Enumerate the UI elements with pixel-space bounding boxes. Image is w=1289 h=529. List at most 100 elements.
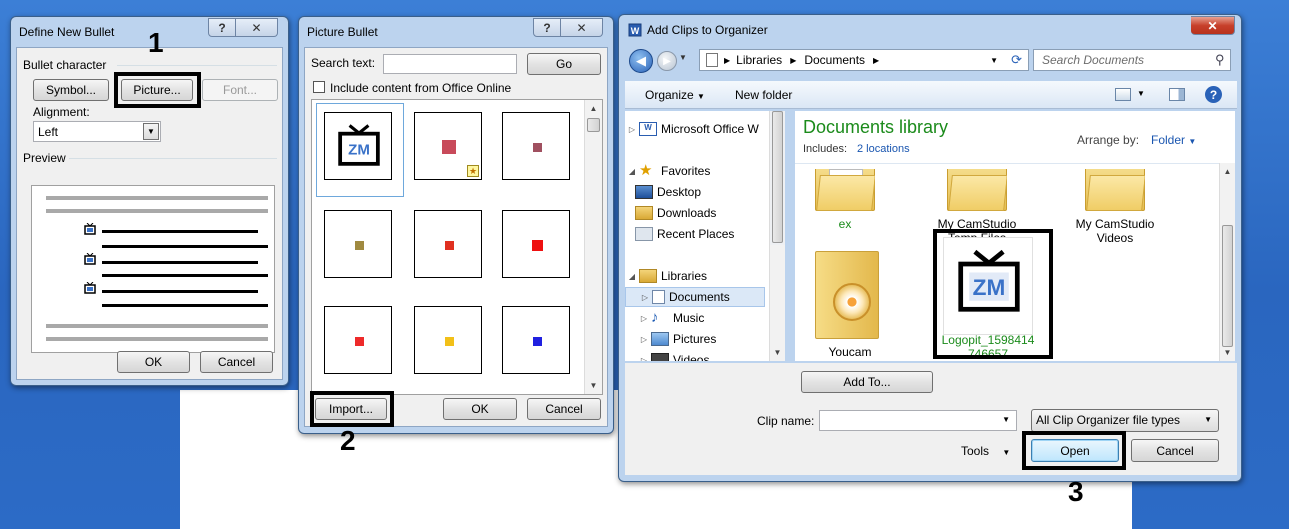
preview-line [46, 337, 268, 341]
picture-bullet-thumb[interactable]: ★ [414, 112, 482, 180]
picture-bullet-thumb[interactable]: ZM [324, 112, 392, 180]
arrange-by-value: Folder [1151, 133, 1186, 147]
nav-item-recent-places[interactable]: Recent Places [635, 224, 784, 244]
file-list-scrollbar[interactable]: ▲ ▼ [1219, 163, 1235, 361]
picture-bullet-thumb[interactable] [324, 306, 392, 374]
back-button[interactable]: ◀ [629, 49, 653, 73]
scroll-down-icon[interactable]: ▼ [770, 344, 785, 361]
folder-camstudio-videos[interactable] [1085, 169, 1145, 211]
history-dropdown[interactable]: ▼ [679, 53, 687, 62]
picture-bullet-thumb[interactable] [502, 306, 570, 374]
folder-label-ex[interactable]: ex [815, 217, 875, 231]
folder-youcam[interactable] [809, 251, 879, 341]
picture-bullet-thumb[interactable] [324, 210, 392, 278]
add-to-button[interactable]: Add To... [801, 371, 933, 393]
grid-scrollbar[interactable]: ▲ ▼ [584, 100, 602, 394]
picture-bullet-thumb[interactable] [502, 210, 570, 278]
clip-name-input[interactable]: ▼ [819, 410, 1017, 431]
picture-bullet-thumb[interactable] [414, 306, 482, 374]
collapse-icon[interactable]: ◢ [625, 167, 639, 176]
preview-line [102, 245, 268, 248]
breadcrumb-documents[interactable]: Documents [804, 53, 865, 67]
refresh-icon[interactable]: ⟳ [1011, 52, 1022, 68]
folder-label-camstudio-videos[interactable]: My CamStudio Videos [1065, 217, 1165, 245]
scroll-thumb[interactable] [772, 111, 783, 243]
font-button[interactable]: Font... [202, 79, 278, 101]
chevron-down-icon: ▼ [1204, 415, 1212, 424]
forward-button[interactable]: ▶ [657, 51, 677, 71]
arrange-by-dropdown[interactable]: Folder ▼ [1151, 133, 1196, 147]
nav-item-desktop[interactable]: Desktop [635, 182, 784, 202]
chevron-down-icon[interactable]: ▼ [143, 123, 159, 140]
picture-bullet-thumb[interactable] [502, 112, 570, 180]
tools-menu[interactable]: Tools ▼ [961, 444, 1010, 458]
includes-locations-link[interactable]: 2 locations [857, 143, 910, 155]
folder-camstudio-temp[interactable] [947, 169, 1007, 211]
close-button[interactable]: ✕ [236, 18, 278, 37]
help-icon[interactable]: ? [1205, 86, 1222, 103]
scroll-thumb[interactable] [587, 118, 600, 132]
expand-icon[interactable]: ▷ [637, 314, 651, 323]
nav-item-microsoft-office[interactable]: ▷ W Microsoft Office W [625, 119, 775, 139]
collapse-icon[interactable]: ◢ [625, 272, 639, 281]
define-new-bullet-dialog: Define New Bullet ? ✕ Bullet character S… [10, 16, 289, 386]
nav-item-libraries[interactable]: ◢ Libraries [625, 266, 775, 286]
expand-icon[interactable]: ▷ [637, 335, 651, 344]
breadcrumb-libraries[interactable]: Libraries [736, 53, 782, 67]
search-documents-input[interactable]: Search Documents [1033, 49, 1231, 71]
nav-item-pictures[interactable]: ▷ Pictures [637, 329, 784, 349]
scroll-down-icon[interactable]: ▼ [585, 377, 602, 394]
symbol-button[interactable]: Symbol... [33, 79, 109, 101]
close-button[interactable]: ✕ [561, 18, 603, 37]
nav-scrollbar-lower[interactable]: ▼ [769, 245, 785, 361]
search-text-input[interactable] [383, 54, 517, 74]
preview-label: Preview [23, 151, 66, 165]
help-button[interactable]: ? [208, 18, 236, 37]
cancel-button[interactable]: Cancel [1131, 439, 1219, 462]
new-folder-button[interactable]: New folder [735, 88, 792, 102]
address-dropdown-icon[interactable]: ▼ [990, 56, 998, 65]
expand-icon[interactable]: ▷ [637, 356, 651, 362]
address-bar[interactable]: ▶ Libraries ▶ Documents ▶ ▼ ⟳ [699, 49, 1029, 71]
chevron-down-icon[interactable]: ▼ [1137, 89, 1145, 98]
chevron-down-icon[interactable]: ▼ [1002, 415, 1010, 424]
go-button[interactable]: Go [527, 53, 601, 75]
preview-pane-icon[interactable] [1169, 88, 1185, 101]
add-clips-dialog: W Add Clips to Organizer ✕ ◀ ▶ ▼ ▶ Libra… [618, 14, 1242, 482]
help-button[interactable]: ? [533, 18, 561, 37]
close-button[interactable]: ✕ [1191, 16, 1235, 35]
nav-scrollbar[interactable] [769, 111, 785, 245]
clip-name-label: Clip name: [757, 414, 815, 428]
chevron-down-icon: ▼ [697, 92, 705, 101]
nav-item-downloads[interactable]: Downloads [635, 203, 784, 223]
include-online-checkbox[interactable] [313, 81, 325, 93]
expand-icon[interactable]: ▷ [625, 125, 639, 134]
ok-button[interactable]: OK [117, 351, 190, 373]
music-icon: ♪ [651, 309, 659, 326]
alignment-select[interactable]: Left ▼ [33, 121, 161, 142]
cancel-button[interactable]: Cancel [200, 351, 273, 373]
picture-bullet-thumb[interactable] [414, 210, 482, 278]
nav-item-videos[interactable]: ▷ Videos [637, 350, 784, 362]
organize-menu[interactable]: Organize ▼ [645, 88, 705, 102]
highlight-open-button [1022, 431, 1126, 470]
close-icon: ✕ [251, 20, 262, 35]
nav-item-favorites[interactable]: ◢ ★ Favorites [625, 161, 775, 181]
star-icon: ★ [639, 162, 653, 179]
scroll-up-icon[interactable]: ▲ [585, 100, 602, 117]
ok-button[interactable]: OK [443, 398, 517, 420]
scroll-down-icon[interactable]: ▼ [1220, 344, 1235, 361]
folder-label-youcam[interactable]: Youcam [815, 345, 885, 359]
bullet-square-icon [532, 336, 542, 346]
nav-item-music[interactable]: ▷ ♪ Music [637, 308, 784, 328]
scroll-thumb[interactable] [1222, 225, 1233, 347]
scroll-up-icon[interactable]: ▲ [1220, 163, 1235, 180]
search-icon[interactable]: ⚲ [1215, 52, 1225, 68]
folder-ex[interactable] [815, 169, 875, 211]
file-type-select[interactable]: All Clip Organizer file types ▼ [1031, 409, 1219, 432]
cancel-button[interactable]: Cancel [527, 398, 601, 420]
view-options-icon[interactable] [1115, 88, 1131, 101]
nav-item-documents[interactable]: ▷ Documents [625, 287, 765, 307]
include-online-label: Include content from Office Online [330, 81, 512, 95]
expand-icon[interactable]: ▷ [638, 293, 652, 302]
